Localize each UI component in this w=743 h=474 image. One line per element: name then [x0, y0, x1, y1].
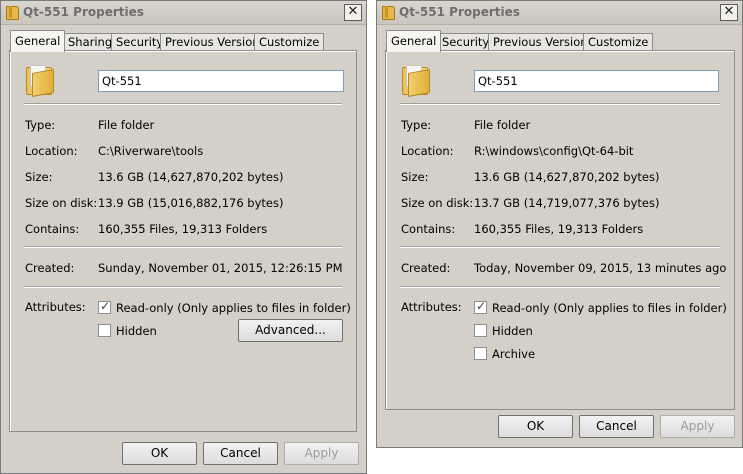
- folder-name-input[interactable]: Qt-551: [98, 70, 344, 92]
- type-label: Type:: [25, 118, 56, 132]
- advanced-button[interactable]: Advanced...: [238, 319, 343, 342]
- contains-value: 160,355 Files, 19,313 Folders: [98, 222, 268, 236]
- divider: [24, 103, 342, 105]
- folder-icon: [6, 6, 19, 20]
- properties-dialog-right: Qt-551 Properties ✕ General Security Pre…: [376, 0, 743, 448]
- location-label: Location:: [25, 144, 78, 158]
- created-label: Created:: [25, 261, 75, 275]
- checkbox-icon[interactable]: [98, 324, 111, 337]
- general-panel: Qt-551 Type: File folder Location: R:\wi…: [385, 50, 735, 410]
- hidden-checkbox[interactable]: Hidden: [98, 324, 157, 338]
- size-value: 13.6 GB (14,627,870,202 bytes): [474, 170, 660, 184]
- hidden-checkbox[interactable]: Hidden: [474, 324, 533, 338]
- size-label: Size:: [401, 170, 429, 184]
- title-bar[interactable]: Qt-551 Properties ✕: [1, 1, 366, 25]
- apply-button[interactable]: Apply: [284, 442, 359, 465]
- window-title: Qt-551 Properties: [23, 5, 144, 19]
- size-on-disk-label: Size on disk:: [401, 196, 474, 210]
- size-on-disk-value: 13.9 GB (15,016,882,176 bytes): [98, 196, 284, 210]
- cancel-button[interactable]: Cancel: [203, 442, 278, 465]
- cancel-button[interactable]: Cancel: [579, 415, 654, 438]
- location-value: C:\Riverware\tools: [98, 144, 204, 158]
- folder-icon: [382, 6, 395, 20]
- archive-checkbox[interactable]: Archive: [474, 347, 535, 361]
- contains-label: Contains:: [25, 222, 80, 236]
- archive-label: Archive: [492, 347, 536, 361]
- readonly-label: Read-only (Only applies to files in fold…: [492, 301, 727, 315]
- properties-dialog-left: Qt-551 Properties ✕ General Sharing Secu…: [0, 0, 367, 474]
- divider: [24, 246, 342, 248]
- folder-name-input[interactable]: Qt-551: [474, 70, 719, 92]
- tab-previous-versions[interactable]: Previous Versions: [488, 33, 599, 51]
- close-button[interactable]: ✕: [344, 4, 362, 21]
- created-value: Today, November 09, 2015, 13 minutes ago: [474, 261, 727, 275]
- general-panel: Qt-551 Type: File folder Location: C:\Ri…: [9, 50, 357, 432]
- close-icon: ✕: [723, 4, 735, 19]
- readonly-checkbox[interactable]: Read-only (Only applies to files in fold…: [474, 299, 727, 315]
- type-value: File folder: [474, 118, 531, 132]
- size-value: 13.6 GB (14,627,870,202 bytes): [98, 170, 284, 184]
- divider: [24, 286, 342, 288]
- ok-button[interactable]: OK: [498, 415, 573, 438]
- hidden-label: Hidden: [492, 324, 533, 338]
- attributes-label: Attributes:: [401, 300, 462, 314]
- tab-general[interactable]: General: [386, 30, 442, 52]
- divider: [400, 246, 720, 248]
- contains-value: 160,355 Files, 19,313 Folders: [474, 222, 644, 236]
- title-bar[interactable]: Qt-551 Properties ✕: [377, 1, 742, 25]
- divider: [400, 103, 720, 105]
- hidden-label: Hidden: [116, 324, 157, 338]
- checkbox-checked-icon[interactable]: [98, 299, 111, 314]
- checkbox-icon[interactable]: [474, 324, 487, 337]
- readonly-label: Read-only (Only applies to files in fold…: [116, 301, 351, 315]
- type-label: Type:: [401, 118, 432, 132]
- created-label: Created:: [401, 261, 451, 275]
- contains-label: Contains:: [401, 222, 456, 236]
- tab-sharing[interactable]: Sharing: [63, 33, 118, 51]
- tab-customize[interactable]: Customize: [254, 33, 325, 51]
- tab-general[interactable]: General: [10, 30, 66, 52]
- size-on-disk-label: Size on disk:: [25, 196, 98, 210]
- close-icon: ✕: [347, 4, 359, 19]
- location-value: R:\windows\config\Qt-64-bit: [474, 144, 634, 158]
- close-button[interactable]: ✕: [720, 4, 738, 21]
- size-label: Size:: [25, 170, 53, 184]
- size-on-disk-value: 13.7 GB (14,719,077,376 bytes): [474, 196, 660, 210]
- folder-icon: [26, 65, 54, 97]
- checkbox-icon[interactable]: [474, 347, 487, 360]
- checkbox-checked-icon[interactable]: [474, 299, 487, 314]
- divider: [400, 286, 720, 288]
- ok-button[interactable]: OK: [122, 442, 197, 465]
- readonly-checkbox[interactable]: Read-only (Only applies to files in fold…: [98, 299, 351, 315]
- folder-icon: [402, 65, 430, 97]
- created-value: Sunday, November 01, 2015, 12:26:15 PM: [98, 261, 343, 275]
- type-value: File folder: [98, 118, 155, 132]
- apply-button[interactable]: Apply: [660, 415, 735, 438]
- window-title: Qt-551 Properties: [399, 5, 520, 19]
- tab-security[interactable]: Security: [437, 33, 495, 51]
- attributes-label: Attributes:: [25, 300, 86, 314]
- location-label: Location:: [401, 144, 454, 158]
- tab-customize[interactable]: Customize: [583, 33, 654, 51]
